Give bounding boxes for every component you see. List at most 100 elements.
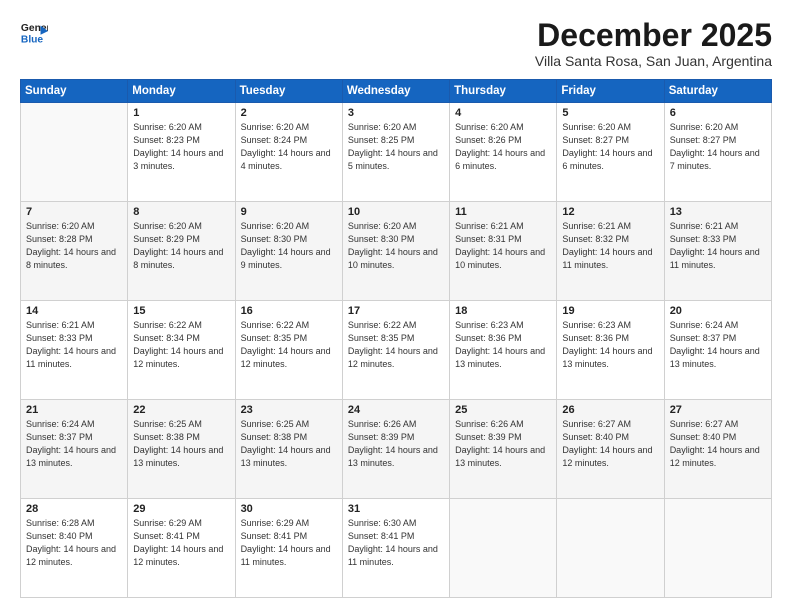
- calendar-day-cell: 4 Sunrise: 6:20 AM Sunset: 8:26 PM Daylig…: [450, 103, 557, 202]
- calendar-day-cell: 23 Sunrise: 6:25 AM Sunset: 8:38 PM Dayli…: [235, 400, 342, 499]
- day-number: 9: [241, 206, 337, 218]
- header-monday: Monday: [128, 80, 235, 103]
- header-friday: Friday: [557, 80, 664, 103]
- header-wednesday: Wednesday: [342, 80, 449, 103]
- day-info: Sunrise: 6:21 AM Sunset: 8:32 PM Dayligh…: [562, 220, 658, 272]
- day-info: Sunrise: 6:29 AM Sunset: 8:41 PM Dayligh…: [241, 517, 337, 569]
- calendar-day-cell: 11 Sunrise: 6:21 AM Sunset: 8:31 PM Dayli…: [450, 202, 557, 301]
- day-number: 30: [241, 503, 337, 515]
- calendar-day-cell: 5 Sunrise: 6:20 AM Sunset: 8:27 PM Daylig…: [557, 103, 664, 202]
- calendar-day-cell: 25Sunrise: 6:26 AM Sunset: 8:39 PM Dayli…: [450, 400, 557, 499]
- day-info: Sunrise: 6:22 AM Sunset: 8:35 PM Dayligh…: [241, 319, 337, 371]
- header-sunday: Sunday: [21, 80, 128, 103]
- day-info: Sunrise: 6:22 AM Sunset: 8:35 PM Dayligh…: [348, 319, 444, 371]
- day-info: Sunrise: 6:27 AM Sunset: 8:40 PM Dayligh…: [670, 418, 766, 470]
- day-number: 28: [26, 503, 122, 515]
- calendar-day-cell: 24 Sunrise: 6:26 AM Sunset: 8:39 PM Dayli…: [342, 400, 449, 499]
- day-info: Sunrise: 6:20 AM Sunset: 8:24 PM Dayligh…: [241, 121, 337, 173]
- calendar-day-cell: 27 Sunrise: 6:27 AM Sunset: 8:40 PM Dayli…: [664, 400, 771, 499]
- day-info: Sunrise: 6:27 AM Sunset: 8:40 PM Dayligh…: [562, 418, 658, 470]
- day-number: 27: [670, 404, 766, 416]
- calendar-week-row: 7 Sunrise: 6:20 AM Sunset: 8:28 PM Daylig…: [21, 202, 772, 301]
- day-info: Sunrise: 6:30 AM Sunset: 8:41 PM Dayligh…: [348, 517, 444, 569]
- day-info: Sunrise: 6:26 AM Sunset: 8:39 PM Dayligh…: [348, 418, 444, 470]
- day-info: Sunrise: 6:21 AM Sunset: 8:31 PM Dayligh…: [455, 220, 551, 272]
- calendar-day-cell: [557, 499, 664, 598]
- day-info: Sunrise: 6:20 AM Sunset: 8:30 PM Dayligh…: [348, 220, 444, 272]
- calendar-day-cell: 28 Sunrise: 6:28 AM Sunset: 8:40 PM Dayli…: [21, 499, 128, 598]
- logo: General Blue: [20, 18, 48, 46]
- calendar-day-cell: 17Sunrise: 6:22 AM Sunset: 8:35 PM Dayli…: [342, 301, 449, 400]
- day-info: Sunrise: 6:20 AM Sunset: 8:27 PM Dayligh…: [670, 121, 766, 173]
- day-number: 24: [348, 404, 444, 416]
- calendar-day-cell: 1Sunrise: 6:20 AM Sunset: 8:23 PM Daylig…: [128, 103, 235, 202]
- day-info: Sunrise: 6:20 AM Sunset: 8:27 PM Dayligh…: [562, 121, 658, 173]
- day-info: Sunrise: 6:24 AM Sunset: 8:37 PM Dayligh…: [670, 319, 766, 371]
- logo-icon: General Blue: [20, 18, 48, 46]
- subtitle: Villa Santa Rosa, San Juan, Argentina: [535, 53, 772, 69]
- calendar-table: Sunday Monday Tuesday Wednesday Thursday…: [20, 79, 772, 598]
- calendar-day-cell: 21Sunrise: 6:24 AM Sunset: 8:37 PM Dayli…: [21, 400, 128, 499]
- day-number: 15: [133, 305, 229, 317]
- day-number: 29: [133, 503, 229, 515]
- main-title: December 2025: [535, 18, 772, 53]
- day-number: 31: [348, 503, 444, 515]
- day-number: 12: [562, 206, 658, 218]
- calendar-day-cell: 20 Sunrise: 6:24 AM Sunset: 8:37 PM Dayli…: [664, 301, 771, 400]
- header-saturday: Saturday: [664, 80, 771, 103]
- day-number: 14: [26, 305, 122, 317]
- calendar-day-cell: 10 Sunrise: 6:20 AM Sunset: 8:30 PM Dayli…: [342, 202, 449, 301]
- day-number: 4: [455, 107, 551, 119]
- day-number: 8: [133, 206, 229, 218]
- calendar-day-cell: 19 Sunrise: 6:23 AM Sunset: 8:36 PM Dayli…: [557, 301, 664, 400]
- calendar-week-row: 21Sunrise: 6:24 AM Sunset: 8:37 PM Dayli…: [21, 400, 772, 499]
- calendar-day-cell: [450, 499, 557, 598]
- day-number: 5: [562, 107, 658, 119]
- calendar-day-cell: 7 Sunrise: 6:20 AM Sunset: 8:28 PM Daylig…: [21, 202, 128, 301]
- calendar-day-cell: 30 Sunrise: 6:29 AM Sunset: 8:41 PM Dayli…: [235, 499, 342, 598]
- header-thursday: Thursday: [450, 80, 557, 103]
- day-info: Sunrise: 6:25 AM Sunset: 8:38 PM Dayligh…: [133, 418, 229, 470]
- calendar-day-cell: 8 Sunrise: 6:20 AM Sunset: 8:29 PM Daylig…: [128, 202, 235, 301]
- calendar-day-cell: 26Sunrise: 6:27 AM Sunset: 8:40 PM Dayli…: [557, 400, 664, 499]
- day-number: 20: [670, 305, 766, 317]
- calendar-day-cell: 13Sunrise: 6:21 AM Sunset: 8:33 PM Dayli…: [664, 202, 771, 301]
- day-info: Sunrise: 6:20 AM Sunset: 8:29 PM Dayligh…: [133, 220, 229, 272]
- header: General Blue December 2025 Villa Santa R…: [20, 18, 772, 69]
- day-number: 3: [348, 107, 444, 119]
- day-number: 6: [670, 107, 766, 119]
- calendar-day-cell: 16Sunrise: 6:22 AM Sunset: 8:35 PM Dayli…: [235, 301, 342, 400]
- calendar-day-cell: 29 Sunrise: 6:29 AM Sunset: 8:41 PM Dayli…: [128, 499, 235, 598]
- day-number: 23: [241, 404, 337, 416]
- calendar-day-cell: 31 Sunrise: 6:30 AM Sunset: 8:41 PM Dayli…: [342, 499, 449, 598]
- calendar-week-row: 14 Sunrise: 6:21 AM Sunset: 8:33 PM Dayli…: [21, 301, 772, 400]
- calendar-day-cell: 6 Sunrise: 6:20 AM Sunset: 8:27 PM Daylig…: [664, 103, 771, 202]
- day-info: Sunrise: 6:25 AM Sunset: 8:38 PM Dayligh…: [241, 418, 337, 470]
- calendar-day-cell: 3Sunrise: 6:20 AM Sunset: 8:25 PM Daylig…: [342, 103, 449, 202]
- day-info: Sunrise: 6:29 AM Sunset: 8:41 PM Dayligh…: [133, 517, 229, 569]
- day-info: Sunrise: 6:24 AM Sunset: 8:37 PM Dayligh…: [26, 418, 122, 470]
- header-tuesday: Tuesday: [235, 80, 342, 103]
- day-number: 7: [26, 206, 122, 218]
- day-info: Sunrise: 6:22 AM Sunset: 8:34 PM Dayligh…: [133, 319, 229, 371]
- day-number: 11: [455, 206, 551, 218]
- calendar-day-cell: 18 Sunrise: 6:23 AM Sunset: 8:36 PM Dayli…: [450, 301, 557, 400]
- calendar-day-cell: 12 Sunrise: 6:21 AM Sunset: 8:32 PM Dayli…: [557, 202, 664, 301]
- calendar-week-row: 1Sunrise: 6:20 AM Sunset: 8:23 PM Daylig…: [21, 103, 772, 202]
- day-info: Sunrise: 6:23 AM Sunset: 8:36 PM Dayligh…: [562, 319, 658, 371]
- day-number: 2: [241, 107, 337, 119]
- day-info: Sunrise: 6:28 AM Sunset: 8:40 PM Dayligh…: [26, 517, 122, 569]
- day-number: 13: [670, 206, 766, 218]
- day-info: Sunrise: 6:20 AM Sunset: 8:26 PM Dayligh…: [455, 121, 551, 173]
- calendar-day-cell: 22 Sunrise: 6:25 AM Sunset: 8:38 PM Dayli…: [128, 400, 235, 499]
- day-number: 22: [133, 404, 229, 416]
- day-info: Sunrise: 6:26 AM Sunset: 8:39 PM Dayligh…: [455, 418, 551, 470]
- day-number: 19: [562, 305, 658, 317]
- day-info: Sunrise: 6:20 AM Sunset: 8:28 PM Dayligh…: [26, 220, 122, 272]
- title-block: December 2025 Villa Santa Rosa, San Juan…: [535, 18, 772, 69]
- day-info: Sunrise: 6:23 AM Sunset: 8:36 PM Dayligh…: [455, 319, 551, 371]
- day-number: 18: [455, 305, 551, 317]
- day-info: Sunrise: 6:21 AM Sunset: 8:33 PM Dayligh…: [26, 319, 122, 371]
- day-number: 10: [348, 206, 444, 218]
- day-info: Sunrise: 6:20 AM Sunset: 8:30 PM Dayligh…: [241, 220, 337, 272]
